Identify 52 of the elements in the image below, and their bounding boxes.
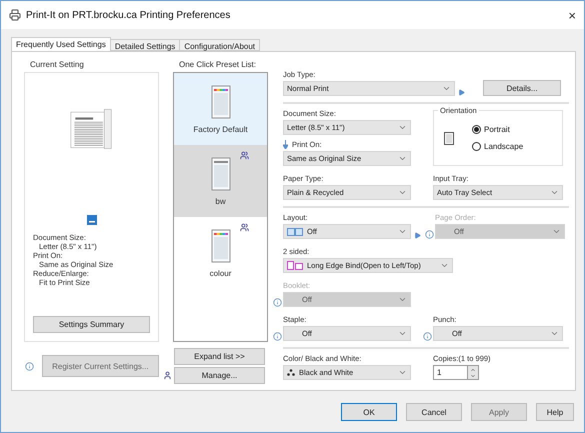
chevron-down-icon [398,188,407,197]
tab[interactable]: Detailed Settings [110,39,180,51]
user-icon [163,371,172,380]
window-title: Print-It on PRT.brocku.ca Printing Preferences [26,10,232,20]
manage-button[interactable]: Manage... [174,367,265,384]
chevron-down-icon [552,227,561,236]
page-icon [444,132,454,144]
info-icon [272,332,282,341]
orientation-radio[interactable]: Landscape [472,142,524,151]
chevron-down-icon [398,368,407,377]
preset-item[interactable]: colour [174,217,267,289]
chevron-down-icon [442,84,451,93]
dialog-button[interactable]: Help [536,403,574,421]
users-icon [240,151,249,160]
document-icon [210,156,230,190]
preset-item[interactable]: Factory Default [174,73,267,145]
group-title: One Click Preset List: [178,60,257,69]
dialog-button[interactable]: OK [341,403,397,421]
chevron-down-icon [398,295,407,304]
chevron-down-icon [440,261,449,270]
close-button[interactable]: × [568,8,576,22]
document-icon [210,84,230,118]
up-icon [470,366,476,372]
down-arrow-icon [283,140,288,149]
info-icon [424,230,434,239]
arrow-icon [414,232,420,239]
details-button[interactable]: Details... [483,80,561,96]
layout-icon [287,228,303,236]
settings-summary-button[interactable]: Settings Summary [33,316,150,333]
tab[interactable]: Frequently Used Settings [11,37,111,51]
info-icon [25,362,34,370]
group-title: Current Setting [29,60,85,69]
orientation-radio[interactable]: Portrait [472,125,524,134]
tab[interactable]: Configuration/About [179,39,260,51]
chevron-down-icon [398,227,407,236]
info-icon [422,332,432,341]
expand-list-button[interactable]: Expand list >> [174,348,265,365]
chevron-down-icon [398,123,407,132]
dots-icon [287,369,295,376]
preset-item[interactable]: bw [174,145,267,217]
chevron-down-icon [550,188,559,197]
down-icon [470,372,476,378]
chevron-down-icon [398,154,407,163]
dialog-button[interactable]: Cancel [406,403,462,421]
printer-icon [9,9,21,21]
copies-spinner[interactable]: 1 [433,365,479,380]
document-icon [210,228,230,262]
chevron-down-icon [550,329,559,338]
chevron-down-icon [398,329,407,338]
users-icon [240,223,249,232]
info-icon [272,298,282,307]
arrow-icon [458,89,464,96]
